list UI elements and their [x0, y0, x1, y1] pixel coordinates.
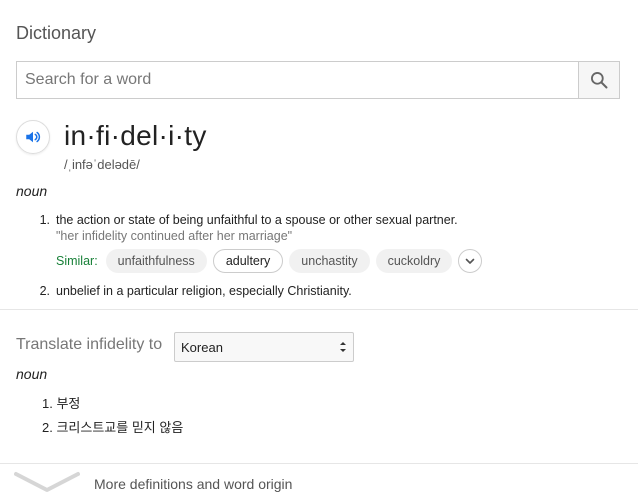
translation-number: 1.	[42, 396, 53, 411]
selected-language: Korean	[181, 339, 223, 355]
similar-words: Similar: unfaithfulness adultery unchast…	[56, 249, 483, 273]
search-button[interactable]	[578, 62, 619, 98]
translate-label: Translate infidelity to	[16, 336, 163, 353]
similar-chip[interactable]: unchastity	[289, 249, 370, 273]
definition-text: unbelief in a particular religion, espec…	[56, 284, 352, 298]
language-select[interactable]: Korean	[174, 332, 354, 362]
definition-number: 1.	[39, 213, 50, 227]
select-arrows-icon	[340, 342, 346, 352]
phonetic-spelling: /ˌinfəˈdelədē/	[64, 157, 140, 172]
chevron-down-icon	[14, 472, 80, 492]
definition-example: "her infidelity continued after her marr…	[56, 229, 293, 243]
pronunciation-button[interactable]	[16, 120, 50, 154]
similar-chip[interactable]: cuckoldry	[375, 249, 453, 273]
translation-text: 크리스트교를 믿지 않음	[56, 420, 184, 435]
dictionary-title: Dictionary	[16, 23, 97, 43]
translation-number: 2.	[42, 420, 53, 435]
similar-chip[interactable]: unfaithfulness	[105, 249, 207, 273]
translation-item: 1. 부정	[42, 393, 80, 412]
search-icon	[591, 72, 608, 89]
definition-text: the action or state of being unfaithful …	[56, 213, 458, 227]
section-divider	[0, 309, 638, 310]
translation-text: 부정	[56, 396, 81, 411]
more-definitions-label: More definitions and word origin	[94, 476, 293, 492]
part-of-speech: noun	[16, 183, 48, 199]
speaker-icon	[26, 131, 41, 143]
translation-item: 2. 크리스트교를 믿지 않음	[42, 417, 183, 436]
similar-label: Similar:	[56, 254, 98, 268]
search-input[interactable]	[17, 62, 578, 98]
expand-similar-button[interactable]	[458, 249, 483, 273]
search-box	[16, 61, 620, 99]
headword: in·fi·del·i·ty	[64, 120, 207, 151]
similar-chip[interactable]: adultery	[212, 249, 284, 273]
chevron-down-icon	[466, 258, 475, 264]
translation-part-of-speech: noun	[16, 366, 48, 382]
more-definitions-button[interactable]: More definitions and word origin	[0, 464, 638, 504]
definition-number: 2.	[39, 284, 50, 298]
